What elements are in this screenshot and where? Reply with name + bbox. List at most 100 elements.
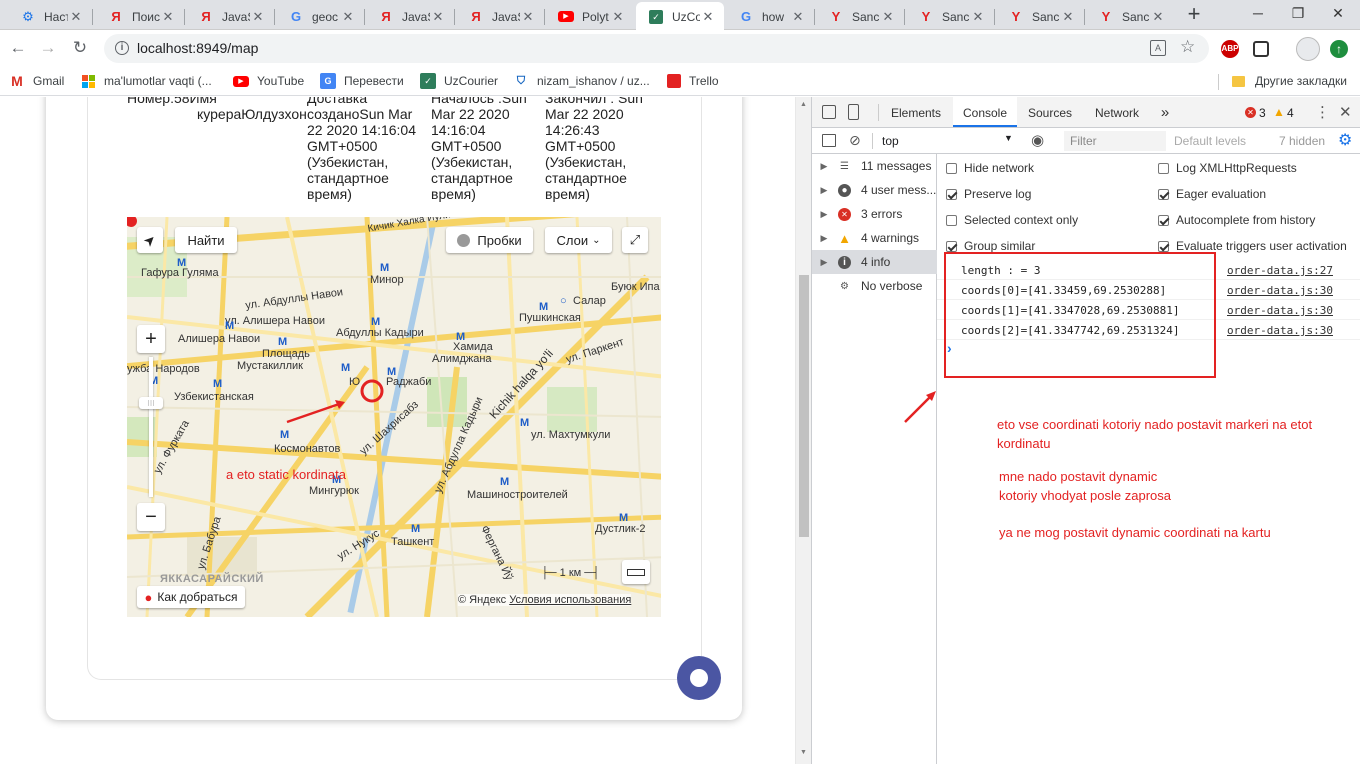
star-icon[interactable]: ☆	[1180, 37, 1195, 57]
browser-tab[interactable]: Y Sanc ✕	[906, 3, 994, 30]
yandex-map[interactable]: Кичик Халка Йули Кичик Гафура Гуляма ул.…	[127, 217, 661, 617]
scroll-up-icon[interactable]: ▲	[800, 101, 807, 108]
close-icon[interactable]: ✕	[1060, 9, 1076, 25]
fullscreen-button[interactable]: ⤢	[622, 227, 648, 253]
browser-tab[interactable]: Y Sanc ✕	[1086, 3, 1174, 30]
page-scrollbar[interactable]: ▲ ▼	[795, 97, 811, 764]
route-button[interactable]: ● Как добраться	[137, 586, 245, 608]
close-icon[interactable]: ✕	[880, 9, 896, 25]
log-source-link[interactable]: order-data.js:27	[1227, 264, 1333, 277]
reload-button[interactable]: ↻	[66, 34, 94, 62]
bookmark-trello[interactable]: Trello	[667, 73, 719, 89]
sidebar-item-messages[interactable]: ▶ ☰ 11 messages	[812, 154, 937, 178]
close-icon[interactable]: ✕	[520, 9, 536, 25]
close-icon[interactable]: ✕	[340, 9, 356, 25]
find-button[interactable]: Найти	[175, 227, 237, 253]
new-tab-button[interactable]: +	[1182, 2, 1206, 26]
sidebar-item-info[interactable]: ▶ i 4 info	[812, 250, 937, 274]
close-icon[interactable]: ✕	[1150, 9, 1166, 25]
kebab-menu-icon[interactable]: ⋮	[1315, 103, 1330, 121]
browser-tab-active[interactable]: ✓ UzCo ✕	[636, 2, 724, 31]
close-icon[interactable]: ✕	[250, 9, 266, 25]
window-close-button[interactable]: ✕	[1318, 0, 1358, 28]
close-icon[interactable]: ✕	[160, 9, 176, 25]
sidebar-item-errors[interactable]: ▶ ✕ 3 errors	[812, 202, 937, 226]
terms-link[interactable]: Условия использования	[509, 594, 631, 606]
profile-avatar-icon[interactable]	[1296, 37, 1320, 61]
browser-tab[interactable]: ⚙ Наст ✕	[8, 3, 92, 30]
extension-cube-icon[interactable]	[1253, 41, 1269, 57]
browser-tab[interactable]: Я JavaS ✕	[186, 3, 274, 30]
ruler-button[interactable]	[622, 560, 650, 584]
option-hide-network[interactable]: Hide network	[946, 161, 1034, 175]
checkbox[interactable]	[1158, 214, 1169, 226]
option-eager-evaluation[interactable]: Eager evaluation	[1158, 187, 1266, 201]
bookmark-gitlab[interactable]: ⛉ nizam_ishanov / uz...	[513, 73, 650, 89]
log-levels-dropdown[interactable]: Default levels	[1174, 134, 1246, 148]
back-button[interactable]: ←	[4, 34, 32, 62]
tab-elements[interactable]: Elements	[884, 97, 948, 127]
info-icon[interactable]: i	[115, 41, 129, 55]
other-bookmarks[interactable]: Другие закладки	[1232, 73, 1347, 89]
context-selector[interactable]: top	[882, 134, 1012, 148]
forward-button[interactable]: →	[34, 34, 62, 62]
address-bar[interactable]: i localhost:8949/map A ☆	[104, 34, 1209, 63]
close-icon[interactable]: ✕	[610, 9, 626, 25]
restore-button[interactable]: ❐	[1278, 0, 1318, 28]
sidebar-item-user-messages[interactable]: ▶ ● 4 user mess...	[812, 178, 937, 202]
checkbox[interactable]	[946, 188, 957, 200]
layers-button[interactable]: Слои ⌄	[545, 227, 612, 253]
close-icon[interactable]: ✕	[790, 9, 806, 25]
option-evaluate-triggers[interactable]: Evaluate triggers user activation	[1158, 239, 1347, 253]
floating-action-button[interactable]	[677, 656, 721, 700]
checkbox[interactable]	[946, 240, 957, 252]
eye-icon[interactable]: ◉	[1031, 131, 1044, 149]
option-preserve-log[interactable]: Preserve log	[946, 187, 1031, 201]
browser-tab[interactable]: ▶ Polyt ✕	[546, 3, 634, 30]
device-toolbar-icon[interactable]	[848, 104, 859, 120]
browser-tab[interactable]: G geoc ✕	[276, 3, 364, 30]
error-count-icon[interactable]: ✕	[1245, 107, 1256, 118]
log-source-link[interactable]: order-data.js:30	[1227, 324, 1333, 337]
sidebar-item-warnings[interactable]: ▶ ▲ 4 warnings	[812, 226, 937, 250]
traffic-button[interactable]: Пробки	[446, 227, 533, 253]
scroll-down-icon[interactable]: ▼	[800, 749, 807, 756]
sidebar-toggle-icon[interactable]	[822, 134, 836, 147]
close-icon[interactable]: ✕	[430, 9, 446, 25]
inspect-element-icon[interactable]	[822, 105, 836, 119]
translate-icon[interactable]: A	[1150, 40, 1166, 56]
adblock-icon[interactable]: ABP	[1221, 40, 1239, 58]
close-icon[interactable]: ✕	[700, 9, 716, 25]
option-selected-context[interactable]: Selected context only	[946, 213, 1078, 227]
checkbox[interactable]	[946, 214, 957, 226]
close-icon[interactable]: ✕	[970, 9, 986, 25]
option-autocomplete[interactable]: Autocomplete from history	[1158, 213, 1315, 227]
browser-tab[interactable]: Y Sanc ✕	[816, 3, 904, 30]
bookmark-gmail[interactable]: M Gmail	[9, 73, 64, 89]
log-source-link[interactable]: order-data.js:30	[1227, 304, 1333, 317]
close-devtools-icon[interactable]: ✕	[1339, 103, 1352, 121]
zoom-in-button[interactable]: +	[137, 325, 165, 353]
bookmark-malumotlar[interactable]: ma'lumotlar vaqti (...	[80, 73, 212, 89]
geolocation-button[interactable]: ➤	[137, 227, 163, 253]
zoom-out-button[interactable]: −	[137, 503, 165, 531]
update-icon[interactable]: ↑	[1330, 40, 1348, 58]
option-group-similar[interactable]: Group similar	[946, 239, 1035, 253]
zoom-slider-handle[interactable]: ⁝⁝⁝	[139, 397, 163, 409]
browser-tab[interactable]: G how ✕	[726, 3, 814, 30]
browser-tab[interactable]: Y Sanc ✕	[996, 3, 1084, 30]
browser-tab[interactable]: Я JavaS ✕	[366, 3, 454, 30]
more-tabs-button[interactable]: »	[1155, 97, 1175, 127]
checkbox[interactable]	[1158, 162, 1169, 174]
tab-sources[interactable]: Sources	[1019, 97, 1081, 127]
checkbox[interactable]	[946, 162, 957, 174]
bookmark-youtube[interactable]: ▶ YouTube	[233, 73, 304, 89]
zoom-slider-track[interactable]	[149, 357, 153, 497]
filter-input[interactable]: Filter	[1064, 131, 1166, 151]
tab-network[interactable]: Network	[1087, 97, 1147, 127]
log-source-link[interactable]: order-data.js:30	[1227, 284, 1333, 297]
scrollbar-thumb[interactable]	[799, 275, 809, 537]
bookmark-translate[interactable]: G Перевести	[320, 73, 404, 89]
sidebar-item-verbose[interactable]: ⚙ No verbose	[812, 274, 937, 298]
warning-count-icon[interactable]: ▲	[1273, 105, 1285, 119]
